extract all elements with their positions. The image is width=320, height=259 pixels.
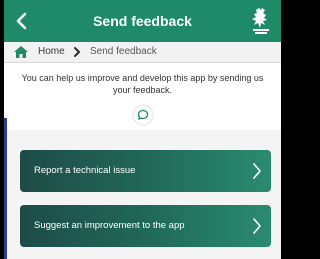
report-technical-issue-button[interactable]: Report a technical issue xyxy=(20,150,271,192)
back-button[interactable] xyxy=(10,9,34,33)
intro-text: You can help us improve and develop this… xyxy=(21,73,264,95)
home-icon[interactable] xyxy=(13,45,29,59)
chat-bubble-icon xyxy=(132,104,154,126)
top-app-bar: Send feedback xyxy=(4,0,281,42)
chevron-right-icon xyxy=(74,47,80,57)
suggest-improvement-button[interactable]: Suggest an improvement to the app xyxy=(20,205,271,247)
breadcrumb-current: Send feedback xyxy=(90,46,157,57)
divider xyxy=(4,62,281,63)
club-crest-logo xyxy=(252,8,269,34)
breadcrumb: Home Send feedback xyxy=(4,42,281,62)
chevron-right-icon xyxy=(253,163,261,179)
breadcrumb-home-link[interactable]: Home xyxy=(38,46,65,57)
left-accent-bar xyxy=(4,118,7,259)
page-title: Send feedback xyxy=(93,13,192,29)
report-technical-issue-label: Report a technical issue xyxy=(34,165,136,176)
suggest-improvement-label: Suggest an improvement to the app xyxy=(34,220,185,231)
chevron-left-icon xyxy=(16,12,27,30)
screen: Send feedback Home Send feedback You can… xyxy=(4,0,281,259)
chevron-right-icon xyxy=(253,218,261,234)
